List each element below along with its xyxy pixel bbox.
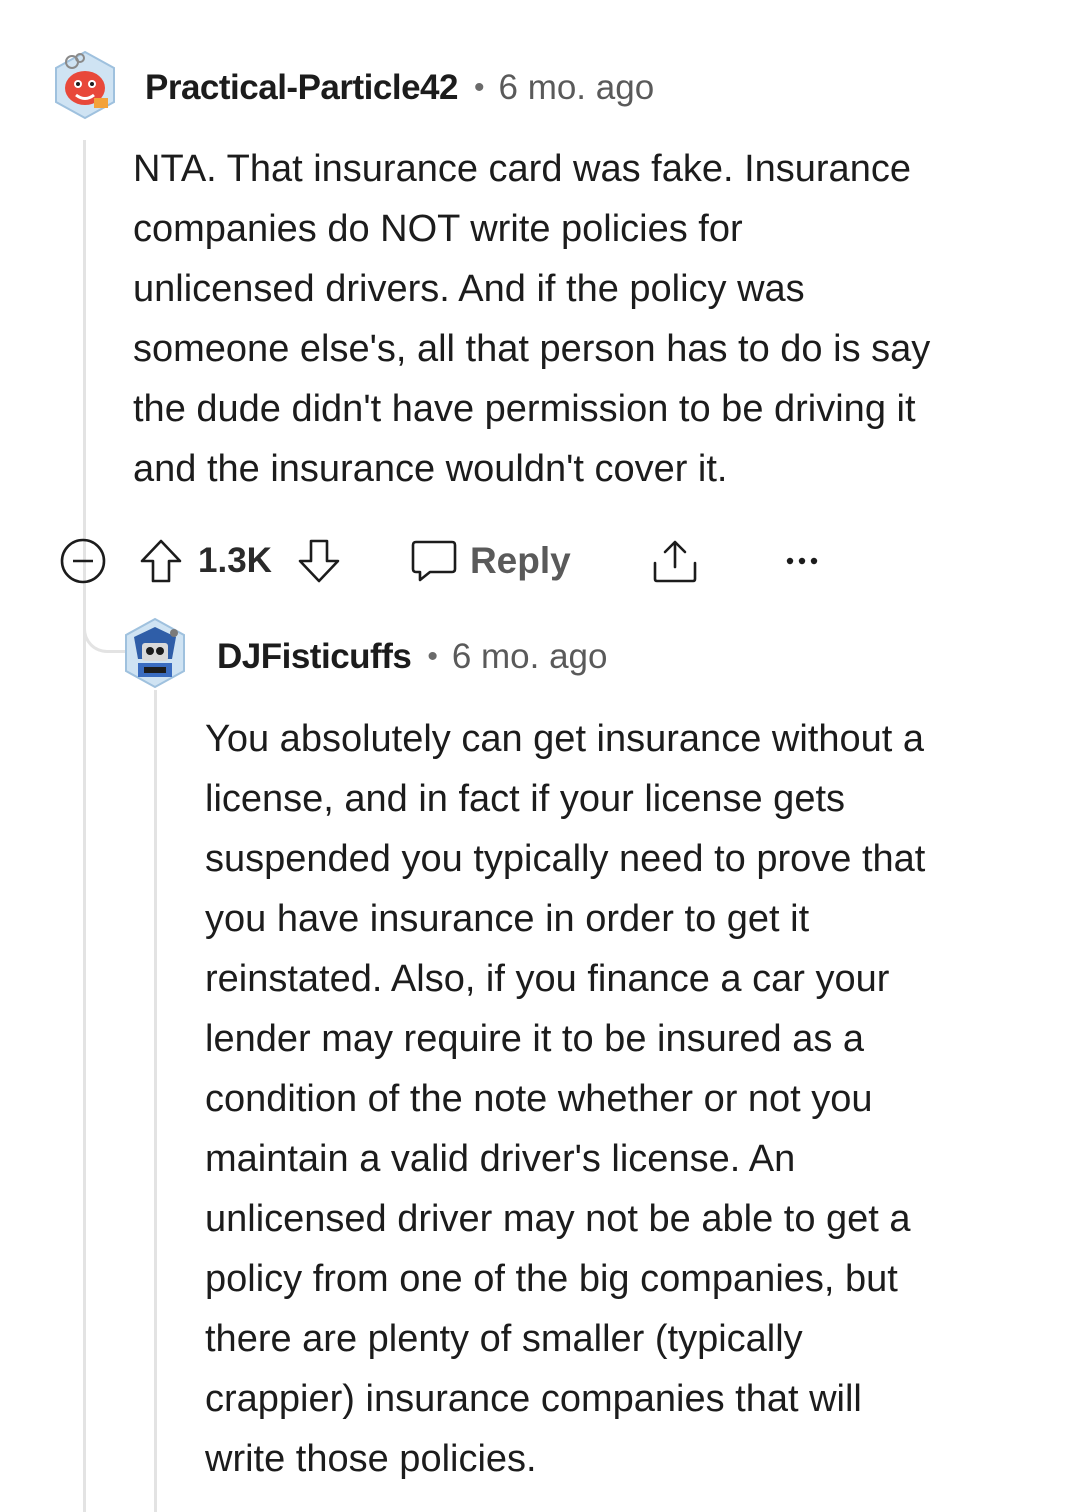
separator-dot: •: [473, 71, 485, 104]
username[interactable]: DJFisticuffs: [217, 637, 412, 677]
comment-line: the dude didn't have permission to be dr…: [133, 388, 916, 430]
timestamp[interactable]: 6 mo. ago: [499, 68, 655, 108]
comment-line: and the insurance wouldn't cover it.: [133, 448, 728, 490]
thread-line-root[interactable]: [83, 140, 86, 1512]
comment-line: crappier) insurance companies that will: [205, 1378, 862, 1420]
comment-line: reinstated. Also, if you finance a car y…: [205, 958, 890, 1000]
username[interactable]: Practical-Particle42: [145, 68, 458, 108]
comment-line: there are plenty of smaller (typically: [205, 1318, 803, 1360]
comment-line: suspended you typically need to prove th…: [205, 838, 926, 880]
upvote-icon[interactable]: [138, 537, 184, 585]
comment-actions: 1.3K Reply: [58, 531, 819, 591]
more-options-icon[interactable]: [785, 555, 819, 567]
collapse-icon[interactable]: [58, 536, 108, 586]
user-avatar[interactable]: [50, 48, 116, 120]
comment-line: someone else's, all that person has to d…: [133, 328, 931, 370]
thread-line-reply[interactable]: [154, 690, 157, 1512]
comment-bubble-icon: [410, 538, 458, 584]
share-icon[interactable]: [651, 537, 699, 585]
user-avatar[interactable]: [120, 615, 186, 689]
comment-line: license, and in fact if your license get…: [205, 778, 846, 820]
timestamp[interactable]: 6 mo. ago: [452, 637, 608, 677]
comment-line: NTA. That insurance card was fake. Insur…: [133, 148, 911, 190]
downvote-icon[interactable]: [296, 537, 342, 585]
comment-line: unlicensed driver may not be able to get…: [205, 1198, 911, 1240]
vote-count: 1.3K: [198, 541, 272, 580]
snoo-avatar-red-icon: [55, 50, 115, 120]
comment-header: DJFisticuffs • 6 mo. ago: [217, 635, 607, 679]
separator-dot: •: [427, 640, 438, 673]
comment-line: condition of the note whether or not you: [205, 1078, 873, 1120]
comment-line: write those policies.: [205, 1438, 537, 1480]
comment-line: lender may require it to be insured as a: [205, 1018, 865, 1060]
comment-line: unlicensed drivers. And if the policy wa…: [133, 268, 805, 310]
comment-line: You absolutely can get insurance without…: [205, 718, 924, 760]
snoo-avatar-robot-icon: [125, 617, 185, 689]
comment-line: maintain a valid driver's license. An: [205, 1138, 796, 1180]
comment-line: companies do NOT write policies for: [133, 208, 743, 250]
comment-body: You absolutely can get insurance without…: [205, 709, 1065, 1489]
comment-body: NTA. That insurance card was fake. Insur…: [133, 139, 1033, 499]
reply-button[interactable]: Reply: [410, 538, 571, 584]
comment-header: Practical-Particle42 • 6 mo. ago: [145, 66, 654, 110]
comment-line: you have insurance in order to get it: [205, 898, 810, 940]
comment-line: policy from one of the big companies, bu…: [205, 1258, 898, 1300]
reply-label: Reply: [469, 540, 571, 581]
